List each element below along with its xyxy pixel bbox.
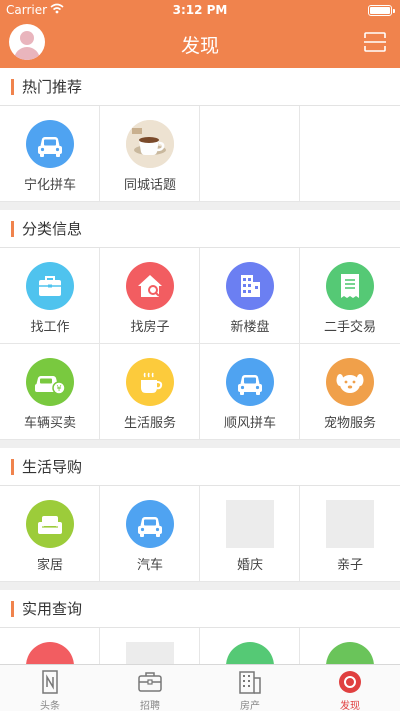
n-note-icon — [42, 670, 58, 694]
grid-item-auto[interactable]: 汽车 — [100, 486, 200, 582]
grid-item-query[interactable] — [200, 628, 300, 664]
car-icon — [26, 120, 74, 168]
header: Carrier 3:12 PM 发现 — [0, 0, 400, 68]
tab-label: 头条 — [40, 701, 60, 711]
query-icon — [326, 642, 374, 664]
grid-item-vehicle-trade[interactable]: ¥ 车辆买卖 — [0, 344, 100, 440]
section-accent-bar — [11, 78, 14, 95]
grid-item-label: 车辆买卖 — [23, 416, 76, 431]
grid-item-label: 找工作 — [30, 320, 70, 335]
tab-label: 招聘 — [140, 701, 160, 711]
grid-item-label: 生活服务 — [123, 416, 176, 431]
car-icon — [226, 358, 274, 406]
tab-bar: 头条 招聘 房产 发现 — [0, 664, 400, 711]
grid-item-label: 二手交易 — [323, 320, 376, 335]
building-outline-icon — [239, 671, 261, 694]
briefcase-icon — [26, 262, 74, 310]
tab-label: 发现 — [340, 701, 360, 711]
section-title: 实用查询 — [22, 600, 83, 618]
svg-text:¥: ¥ — [56, 384, 61, 393]
car-icon — [126, 500, 174, 548]
tab-label: 房产 — [240, 701, 260, 711]
grid-item-empty — [300, 106, 400, 202]
discover-circle-icon — [339, 671, 361, 693]
section-header: 实用查询 — [0, 590, 400, 628]
grid-item-query[interactable] — [0, 628, 100, 664]
coffee-icon — [126, 358, 174, 406]
grid-item-wedding[interactable]: 婚庆 — [200, 486, 300, 582]
section-title: 热门推荐 — [22, 78, 83, 96]
section-accent-bar — [11, 458, 14, 475]
grid-item-new-property[interactable]: 新楼盘 — [200, 248, 300, 344]
section-accent-bar — [11, 220, 14, 237]
section-header: 热门推荐 — [0, 68, 400, 106]
building-icon — [226, 262, 274, 310]
query-icon — [226, 642, 274, 664]
section-life-shopping: 生活导购 家居 汽车 婚庆 亲子 — [0, 448, 400, 582]
grid-item-life-service[interactable]: 生活服务 — [100, 344, 200, 440]
placeholder-image — [326, 500, 374, 548]
coffee-cup-photo — [126, 120, 174, 168]
car-yen-icon: ¥ — [26, 358, 74, 406]
grid-item-label: 同城话题 — [123, 178, 176, 193]
tab-jobs[interactable]: 招聘 — [100, 665, 200, 711]
tab-discover[interactable]: 发现 — [300, 665, 400, 711]
clock: 3:12 PM — [172, 3, 228, 17]
placeholder-image — [126, 642, 174, 664]
grid-item-label: 婚庆 — [236, 558, 263, 573]
screen: Carrier 3:12 PM 发现 热门推荐 宁化拼车 同城话题 分类信息 找… — [0, 0, 400, 711]
query-icon — [26, 642, 74, 664]
house-search-icon — [126, 262, 174, 310]
page-title: 发现 — [180, 35, 219, 57]
grid-item-label: 新楼盘 — [230, 320, 270, 335]
grid-item-label: 顺风拼车 — [223, 416, 276, 431]
grid-item-home[interactable]: 家居 — [0, 486, 100, 582]
battery-icon — [368, 5, 395, 16]
section-title: 分类信息 — [22, 220, 83, 238]
grid-item-carpool[interactable]: 宁化拼车 — [0, 106, 100, 202]
section-practical-query: 实用查询 — [0, 590, 400, 664]
grid-item-label: 找房子 — [130, 320, 170, 335]
grid-item-query[interactable] — [300, 628, 400, 664]
grid-item-label: 亲子 — [336, 558, 363, 573]
grid-item-pet-service[interactable]: 宠物服务 — [300, 344, 400, 440]
sofa-icon — [26, 500, 74, 548]
dog-icon — [326, 358, 374, 406]
grid-item-empty — [200, 106, 300, 202]
grid-item-second-hand[interactable]: 二手交易 — [300, 248, 400, 344]
placeholder-image — [226, 500, 274, 548]
section-header: 分类信息 — [0, 210, 400, 248]
section-classifieds: 分类信息 找工作 找房子 新楼盘 二手交易 ¥ 车辆买卖 生活服务 顺风拼车 宠… — [0, 210, 400, 440]
tab-property[interactable]: 房产 — [200, 665, 300, 711]
scan-icon[interactable] — [364, 32, 386, 52]
discover-content[interactable]: 热门推荐 宁化拼车 同城话题 分类信息 找工作 找房子 新楼盘 二手交易 ¥ 车… — [0, 68, 400, 664]
grid-item-city-topics[interactable]: 同城话题 — [100, 106, 200, 202]
section-header: 生活导购 — [0, 448, 400, 486]
grid-item-rideshare[interactable]: 顺风拼车 — [200, 344, 300, 440]
grid-item-label: 宠物服务 — [323, 416, 376, 431]
status-bar: Carrier 3:12 PM — [0, 0, 400, 20]
tab-headlines[interactable]: 头条 — [0, 665, 100, 711]
receipt-icon — [326, 262, 374, 310]
grid-item-label: 宁化拼车 — [23, 178, 76, 193]
grid-item-parenting[interactable]: 亲子 — [300, 486, 400, 582]
section-accent-bar — [11, 600, 14, 617]
section-title: 生活导购 — [22, 458, 83, 476]
briefcase-outline-icon — [138, 672, 162, 692]
grid-item-query[interactable] — [100, 628, 200, 664]
grid-item-label: 家居 — [36, 558, 63, 573]
grid-item-find-house[interactable]: 找房子 — [100, 248, 200, 344]
grid-item-label: 汽车 — [136, 558, 163, 573]
grid-item-find-job[interactable]: 找工作 — [0, 248, 100, 344]
section-hot-recommend: 热门推荐 宁化拼车 同城话题 — [0, 68, 400, 202]
